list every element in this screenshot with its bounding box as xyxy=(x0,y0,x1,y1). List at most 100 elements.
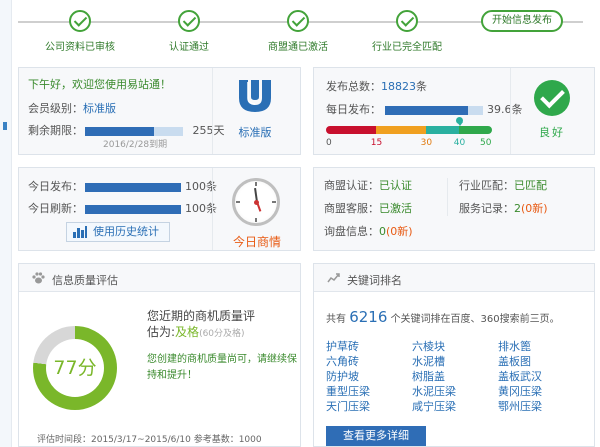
left-sidebar-strip xyxy=(0,0,12,447)
desc-line-1: 您近期的商机质量评 xyxy=(147,309,256,323)
shangmeng-cert-value: 已认证 xyxy=(379,179,412,192)
view-more-button[interactable]: 查看更多详细 xyxy=(326,426,426,446)
keyword-link[interactable]: 盖板图 xyxy=(498,353,531,369)
keyword-link[interactable]: 盖板武汉 xyxy=(498,368,542,384)
keyword-link[interactable]: 天门压梁 xyxy=(326,398,370,414)
daily-publish-bar xyxy=(385,105,483,115)
score-value: 77分 xyxy=(46,339,104,397)
desc-line-2: 估为: xyxy=(147,325,176,339)
today-business-link[interactable]: 今日商情 xyxy=(224,233,290,250)
score-donut: 77分 xyxy=(33,326,117,410)
step-company-audited: 公司资料已审核 xyxy=(30,10,130,53)
total-publish-row: 发布总数：18823条 xyxy=(326,78,427,94)
keyword-link[interactable]: 护草砖 xyxy=(326,338,359,354)
service-row: 商盟客服：已激活 xyxy=(324,200,412,216)
inquiry-row[interactable]: 询盘信息：0(0新) xyxy=(324,223,413,239)
gauge-ticks: 0 15 30 40 50 xyxy=(326,138,492,150)
summary-prefix: 共有 xyxy=(326,314,346,325)
total-publish-label: 发布总数： xyxy=(326,80,381,93)
expire-date: 2016/2/28到期 xyxy=(103,140,168,150)
shangmeng-cert-row: 商盟认证：已认证 xyxy=(324,177,412,193)
gauge-tick-label: 15 xyxy=(370,138,383,148)
step-label: 行业已完全匹配 xyxy=(372,42,442,53)
gauge-segment xyxy=(375,126,426,134)
member-level-row: 会员级别：标准版 xyxy=(28,100,116,116)
keyword-link[interactable]: 咸宁压梁 xyxy=(412,398,456,414)
bar-chart-icon xyxy=(73,226,87,238)
check-circle-icon xyxy=(178,10,200,32)
keyword-link[interactable]: 重型压梁 xyxy=(326,383,370,399)
sidebar-marker xyxy=(3,122,7,130)
keyword-link[interactable]: 水泥槽 xyxy=(412,353,445,369)
start-publish-button[interactable]: 开始信息发布 xyxy=(481,10,563,32)
shield-u-icon xyxy=(239,80,271,112)
panel-header: 信息质量评估 xyxy=(19,264,300,292)
step-label: 公司资料已审核 xyxy=(45,42,115,53)
step-label: 认证通过 xyxy=(169,42,209,53)
total-publish-unit: 条 xyxy=(416,80,427,93)
keyword-link[interactable]: 六棱块 xyxy=(412,338,445,354)
grade-value: 及格 xyxy=(175,325,200,339)
grade-note: (60分及格) xyxy=(199,329,245,339)
trend-icon xyxy=(327,273,340,283)
service-record-new: (0新) xyxy=(521,202,548,215)
inquiry-value: 0 xyxy=(379,225,386,238)
today-publish-bar xyxy=(85,182,181,192)
history-stats-button[interactable]: 使用历史统计 xyxy=(66,222,170,242)
total-publish-value: 18823 xyxy=(381,80,416,93)
quality-gauge xyxy=(326,126,492,134)
step-label: 商盟通已激活 xyxy=(268,42,328,53)
service-record-label: 服务记录： xyxy=(459,202,514,215)
keyword-link[interactable]: 鄂州压梁 xyxy=(498,398,542,414)
keyword-summary: 共有 6216 个关键词排在百度、360搜索前三页。 xyxy=(326,308,560,326)
card-divider xyxy=(447,178,448,216)
keyword-link[interactable]: 六角砖 xyxy=(326,353,359,369)
clock-icon[interactable] xyxy=(232,178,280,226)
keyword-link[interactable]: 防护坡 xyxy=(326,368,359,384)
keyword-link[interactable]: 黄冈压梁 xyxy=(498,383,542,399)
progress-steps: 公司资料已审核 认证通过 商盟通已激活 行业已完全匹配 开始信息发布 xyxy=(18,6,598,53)
industry-match-label: 行业匹配： xyxy=(459,179,514,192)
member-level-label: 会员级别： xyxy=(28,102,83,115)
quality-panel: 信息质量评估 77分 您近期的商机质量评 估为:及格(60分及格) 您创建的商机… xyxy=(18,263,301,447)
paw-icon xyxy=(32,272,45,284)
service-record-row[interactable]: 服务记录：2(0新) xyxy=(459,200,548,216)
service-record-value: 2 xyxy=(514,202,521,215)
check-circle-icon xyxy=(69,10,91,32)
quality-footer: 评估时间段：2015/3/17~2015/6/10 参考基数：1000 xyxy=(37,435,262,445)
step-industry-matched: 行业已完全匹配 xyxy=(357,10,457,53)
service-value: 已激活 xyxy=(379,202,412,215)
keyword-link[interactable]: 树脂盖 xyxy=(412,368,445,384)
remaining-term-row: 剩余期限： 255天 xyxy=(28,122,225,138)
check-circle-icon xyxy=(287,10,309,32)
keyword-count: 6216 xyxy=(349,308,388,326)
history-button-label: 使用历史统计 xyxy=(93,225,159,238)
quality-description: 您近期的商机质量评 估为:及格(60分及格) xyxy=(147,308,293,342)
shangmeng-cert-label: 商盟认证： xyxy=(324,179,379,192)
card-divider xyxy=(510,68,511,154)
remaining-value: 255天 xyxy=(192,124,225,137)
remaining-bar-fill xyxy=(85,126,154,136)
keyword-link[interactable]: 水泥压梁 xyxy=(412,383,456,399)
keyword-ranking-panel: 关键词排名 共有 6216 个关键词排在百度、360搜索前三页。 护草砖 六棱块 排… xyxy=(313,263,595,447)
today-refresh-bar xyxy=(85,204,181,214)
panel-title: 关键词排名 xyxy=(347,274,402,287)
check-icon xyxy=(534,80,570,116)
keyword-link[interactable]: 排水篦 xyxy=(498,338,531,354)
certification-card: 商盟认证：已认证 行业匹配：已匹配 商盟客服：已激活 服务记录：2(0新) 询盘… xyxy=(313,167,595,251)
gauge-pointer-icon xyxy=(455,117,463,126)
greeting-text: 下午好，欢迎您使用易站通！ xyxy=(28,78,171,91)
remaining-bar xyxy=(85,126,183,136)
panel-title: 信息质量评估 xyxy=(52,274,118,287)
gauge-segment xyxy=(425,126,459,134)
service-label: 商盟客服： xyxy=(324,202,379,215)
summary-suffix: 个关键词排在百度、360搜索前三页。 xyxy=(390,314,560,325)
daily-publish-bar-fill xyxy=(385,105,469,115)
industry-match-value: 已匹配 xyxy=(514,179,547,192)
card-divider xyxy=(212,68,213,154)
industry-match-row: 行业匹配：已匹配 xyxy=(459,177,547,193)
publish-stats-card: 发布总数：18823条 每日发布： 39.6条 0 15 30 40 50 良好 xyxy=(313,67,595,155)
step-certified: 认证通过 xyxy=(139,10,239,53)
gauge-tick-label: 30 xyxy=(420,138,433,148)
remaining-label: 剩余期限： xyxy=(28,124,83,137)
